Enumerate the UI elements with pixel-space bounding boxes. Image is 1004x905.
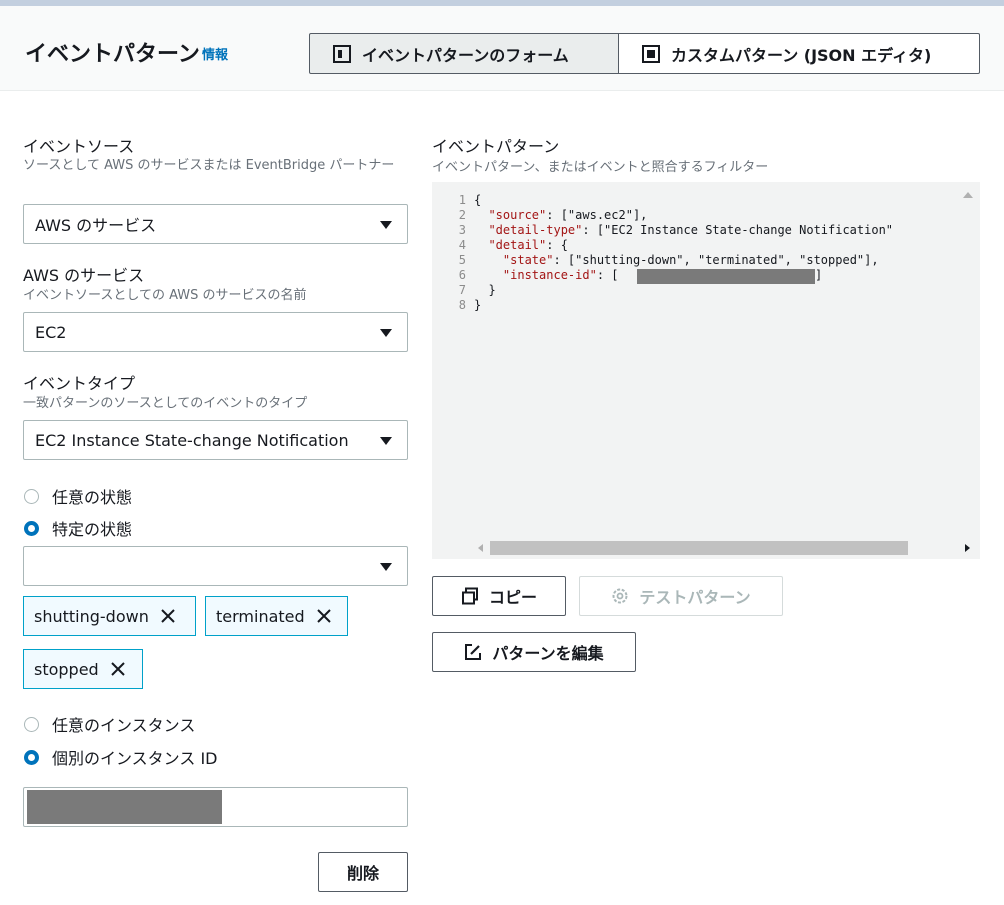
edit-pattern-label: パターンを編集	[492, 644, 604, 663]
json-value: : ["aws.ec2"],	[546, 208, 648, 222]
json-key: "source"	[488, 208, 547, 222]
caret-down-icon	[380, 563, 392, 571]
close-icon[interactable]	[159, 607, 177, 625]
radio-any-state-label: 任意の状態	[52, 488, 133, 507]
line-number: 3	[458, 223, 466, 237]
event-type-label: イベントタイプ	[23, 374, 136, 393]
radio-circle-checked[interactable]	[24, 520, 39, 536]
edit-icon	[465, 644, 482, 660]
radio-specific-state[interactable]: 特定の状態	[24, 516, 132, 540]
json-value: : {	[546, 238, 568, 252]
copy-button-label: コピー	[488, 588, 537, 607]
instance-id-input[interactable]	[23, 787, 408, 827]
radio-specific-instance-label: 個別のインスタンス ID	[52, 749, 218, 768]
token-label: terminated	[216, 606, 305, 626]
edit-pattern-button[interactable]: パターンを編集	[432, 632, 636, 672]
token-shutting-down: shutting-down	[23, 596, 196, 636]
vertical-scrollbar[interactable]	[956, 182, 980, 537]
gear-icon	[612, 588, 628, 604]
json-value: : ["shutting-down", "terminated", "stopp…	[553, 253, 879, 267]
aws-service-value: EC2	[35, 322, 67, 342]
radio-any-instance[interactable]: 任意のインスタンス	[24, 712, 195, 736]
line-number: 5	[458, 253, 466, 267]
code-line: "detail": {	[474, 238, 568, 253]
event-type-value: EC2 Instance State-change Notification	[35, 430, 349, 450]
close-icon[interactable]	[315, 607, 333, 625]
state-select[interactable]	[23, 546, 408, 586]
code-line: "detail-type": ["EC2 Instance State-chan…	[474, 223, 893, 238]
json-key: "instance-id"	[502, 268, 597, 282]
radio-any-instance-label: 任意のインスタンス	[52, 716, 196, 735]
code-line: "state": ["shutting-down", "terminated",…	[474, 253, 879, 268]
json-value: : ["EC2 Instance State-change Notificati…	[582, 223, 894, 237]
page-title: イベントパターン	[25, 42, 200, 67]
json-key: "state"	[502, 253, 554, 267]
test-pattern-label: テストパターン	[639, 588, 751, 607]
radio-any-state[interactable]: 任意の状態	[24, 484, 132, 508]
delete-button-label: 削除	[346, 864, 379, 883]
tab-custom-label: カスタムパターン (JSON エディタ)	[671, 45, 932, 65]
redacted-block	[637, 269, 815, 284]
line-number: 6	[458, 268, 466, 282]
scroll-left-icon[interactable]	[476, 543, 486, 553]
caret-down-icon	[380, 221, 392, 229]
json-key: "detail"	[488, 238, 547, 252]
json-value: : [	[596, 268, 619, 282]
radio-circle[interactable]	[24, 716, 39, 732]
token-stopped: stopped	[23, 649, 143, 689]
event-type-description: 一致パターンのソースとしてのイベントのタイプ	[23, 396, 308, 411]
code-line: "source": ["aws.ec2"],	[474, 208, 647, 223]
event-source-select[interactable]: AWS のサービス	[23, 204, 408, 244]
token-terminated: terminated	[205, 596, 348, 636]
event-source-description: ソースとして AWS のサービスまたは EventBridge パートナー	[23, 158, 395, 173]
json-code-editor[interactable]: 1 { 2 "source": ["aws.ec2"], 3 "detail-t…	[432, 182, 980, 559]
radio-circle-checked[interactable]	[24, 749, 39, 765]
radio-specific-instance[interactable]: 個別のインスタンス ID	[24, 745, 218, 769]
event-type-select[interactable]: EC2 Instance State-change Notification	[23, 420, 408, 460]
scroll-up-icon[interactable]	[962, 190, 974, 200]
code-line: }	[474, 298, 482, 312]
event-pattern-description: イベントパターン、またはイベントと照合するフィルター	[432, 160, 769, 175]
event-source-value: AWS のサービス	[35, 216, 157, 235]
test-pattern-button[interactable]: テストパターン	[579, 576, 783, 616]
caret-down-icon	[380, 329, 392, 337]
line-number: 1	[458, 193, 466, 207]
tab-form-label: イベントパターンのフォーム	[362, 45, 569, 65]
aws-service-description: イベントソースとしての AWS のサービスの名前	[23, 288, 307, 303]
json-editor-icon	[642, 44, 660, 63]
line-number: 2	[458, 208, 466, 222]
aws-service-label: AWS のサービス	[23, 266, 145, 285]
token-label: shutting-down	[34, 606, 149, 626]
code-bracket: ]	[815, 268, 823, 282]
json-key: "detail-type"	[488, 223, 583, 237]
header: イベントパターン 情報 イベントパターンのフォーム カスタムパターン (JSON…	[0, 6, 1004, 91]
code-line: "instance-id": [	[474, 268, 619, 283]
close-icon[interactable]	[109, 660, 127, 678]
event-pattern-label: イベントパターン	[432, 137, 560, 156]
line-number: 8	[458, 298, 466, 312]
tab-event-pattern-form[interactable]: イベントパターンのフォーム	[309, 33, 619, 74]
scrollbar-thumb[interactable]	[490, 541, 908, 555]
redacted-block	[27, 790, 222, 824]
caret-down-icon	[380, 437, 392, 445]
info-link[interactable]: 情報	[202, 44, 228, 63]
delete-button[interactable]: 削除	[318, 852, 408, 892]
line-number: 7	[458, 283, 466, 297]
form-icon	[333, 44, 351, 63]
aws-service-select[interactable]: EC2	[23, 312, 408, 352]
tab-custom-pattern[interactable]: カスタムパターン (JSON エディタ)	[618, 33, 980, 74]
scroll-right-icon[interactable]	[962, 543, 972, 553]
code-line: {	[474, 193, 482, 207]
radio-circle[interactable]	[24, 488, 39, 504]
token-label: stopped	[34, 659, 99, 679]
code-line: }	[474, 283, 496, 297]
event-source-label: イベントソース	[23, 137, 135, 156]
copy-icon	[461, 587, 478, 605]
line-number: 4	[458, 238, 466, 252]
copy-button[interactable]: コピー	[432, 576, 566, 616]
radio-specific-state-label: 特定の状態	[52, 520, 133, 539]
horizontal-scrollbar[interactable]	[432, 537, 980, 559]
